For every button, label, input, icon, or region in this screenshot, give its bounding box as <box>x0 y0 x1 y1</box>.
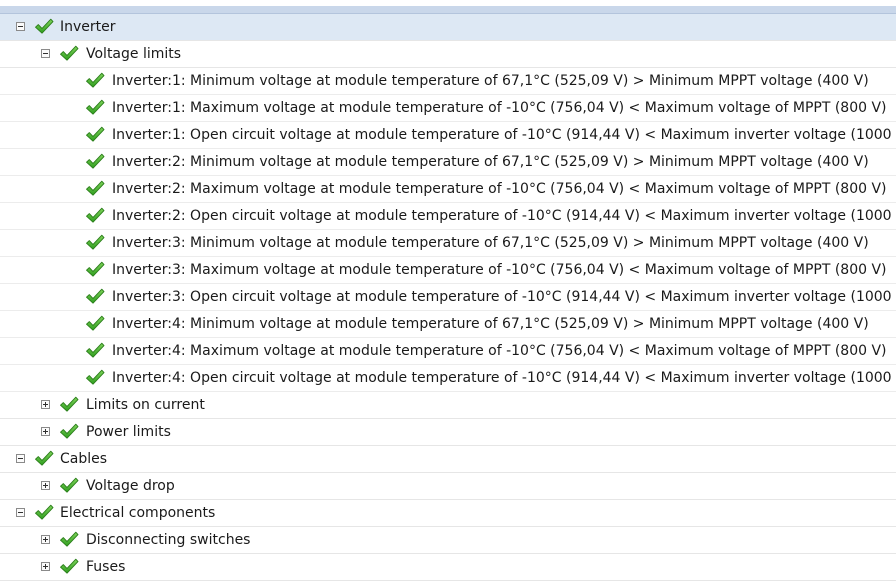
tree-leaf-check[interactable]: Inverter:2: Open circuit voltage at modu… <box>0 203 896 230</box>
tree-leaf-check[interactable]: Inverter:4: Open circuit voltage at modu… <box>0 365 896 392</box>
tree-leaf-check[interactable]: Inverter:3: Open circuit voltage at modu… <box>0 284 896 311</box>
checkmark-icon <box>59 531 79 548</box>
tree-leaf-check[interactable]: Inverter:3: Minimum voltage at module te… <box>0 230 896 257</box>
tree-node-label: Voltage drop <box>86 478 175 494</box>
checkmark-icon <box>85 342 105 359</box>
expand-icon[interactable] <box>41 427 50 436</box>
tree-node-label: Disconnecting switches <box>86 532 251 548</box>
checkmark-icon <box>34 18 54 35</box>
checkmark-icon <box>85 315 105 332</box>
tree-leaf-check[interactable]: Inverter:1: Open circuit voltage at modu… <box>0 122 896 149</box>
checkmark-icon <box>85 153 105 170</box>
check-result-text: Inverter:1: Maximum voltage at module te… <box>112 100 887 116</box>
tree-node-voltage-drop[interactable]: Voltage drop <box>0 473 896 500</box>
check-result-text: Inverter:4: Open circuit voltage at modu… <box>112 370 896 386</box>
checkmark-icon <box>59 558 79 575</box>
checkmark-icon <box>59 423 79 440</box>
tree-leaf-check[interactable]: Inverter:2: Maximum voltage at module te… <box>0 176 896 203</box>
check-result-text: Inverter:1: Minimum voltage at module te… <box>112 73 869 89</box>
tree-node-label: Electrical components <box>60 505 216 521</box>
tree-node-power-limits[interactable]: Power limits <box>0 419 896 446</box>
expand-icon[interactable] <box>41 400 50 409</box>
collapse-icon[interactable] <box>16 508 25 517</box>
check-result-text: Inverter:4: Minimum voltage at module te… <box>112 316 869 332</box>
check-results-tree: Inverter Voltage limits Inverter:1: Mini… <box>0 14 896 581</box>
tree-leaf-check[interactable]: Inverter:2: Minimum voltage at module te… <box>0 149 896 176</box>
collapse-icon[interactable] <box>16 454 25 463</box>
tree-node-inverter[interactable]: Inverter <box>0 14 896 41</box>
check-result-text: Inverter:1: Open circuit voltage at modu… <box>112 127 896 143</box>
checkmark-icon <box>85 369 105 386</box>
check-result-text: Inverter:4: Maximum voltage at module te… <box>112 343 887 359</box>
tree-leaf-check[interactable]: Inverter:3: Maximum voltage at module te… <box>0 257 896 284</box>
checkmark-icon <box>85 207 105 224</box>
checkmark-icon <box>85 126 105 143</box>
tree-leaf-check[interactable]: Inverter:4: Maximum voltage at module te… <box>0 338 896 365</box>
checkmark-icon <box>59 45 79 62</box>
expand-icon[interactable] <box>41 535 50 544</box>
check-result-text: Inverter:3: Open circuit voltage at modu… <box>112 289 896 305</box>
checkmark-icon <box>85 234 105 251</box>
tree-node-cables[interactable]: Cables <box>0 446 896 473</box>
check-result-text: Inverter:2: Minimum voltage at module te… <box>112 154 869 170</box>
tree-leaf-check[interactable]: Inverter:4: Minimum voltage at module te… <box>0 311 896 338</box>
tree-node-electrical-components[interactable]: Electrical components <box>0 500 896 527</box>
tree-node-voltage-limits[interactable]: Voltage limits <box>0 41 896 68</box>
tree-node-label: Power limits <box>86 424 171 440</box>
tree-leaf-check[interactable]: Inverter:1: Maximum voltage at module te… <box>0 95 896 122</box>
tree-node-label: Limits on current <box>86 397 205 413</box>
checkmark-icon <box>85 261 105 278</box>
tree-node-label: Fuses <box>86 559 126 575</box>
checkmark-icon <box>34 504 54 521</box>
collapse-icon[interactable] <box>16 22 25 31</box>
check-result-text: Inverter:3: Minimum voltage at module te… <box>112 235 869 251</box>
collapse-icon[interactable] <box>41 49 50 58</box>
tree-node-label: Cables <box>60 451 108 467</box>
checkmark-icon <box>85 72 105 89</box>
tree-node-label: Voltage limits <box>86 46 182 62</box>
check-result-text: Inverter:2: Maximum voltage at module te… <box>112 181 887 197</box>
tree-node-disconnecting-switches[interactable]: Disconnecting switches <box>0 527 896 554</box>
checkmark-icon <box>85 288 105 305</box>
checkmark-icon <box>85 180 105 197</box>
check-result-text: Inverter:3: Maximum voltage at module te… <box>112 262 887 278</box>
check-result-text: Inverter:2: Open circuit voltage at modu… <box>112 208 896 224</box>
header-strip <box>0 0 896 14</box>
checkmark-icon <box>85 99 105 116</box>
expand-icon[interactable] <box>41 562 50 571</box>
checkmark-icon <box>59 396 79 413</box>
expand-icon[interactable] <box>41 481 50 490</box>
tree-leaf-check[interactable]: Inverter:1: Minimum voltage at module te… <box>0 68 896 95</box>
tree-node-label: Inverter <box>60 19 116 35</box>
checkmark-icon <box>59 477 79 494</box>
checkmark-icon <box>34 450 54 467</box>
tree-node-limits-on-current[interactable]: Limits on current <box>0 392 896 419</box>
